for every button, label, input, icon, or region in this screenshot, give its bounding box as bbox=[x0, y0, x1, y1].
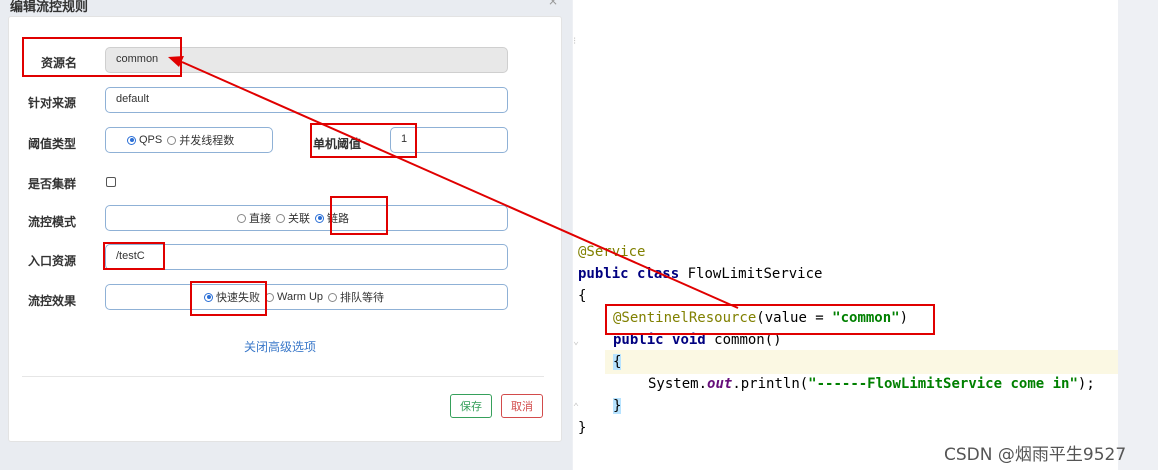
cancel-button[interactable]: 取消 bbox=[501, 394, 543, 418]
dialog-title: 编辑流控规则 bbox=[10, 0, 89, 15]
fold-marker-icon: ⌄ bbox=[573, 336, 580, 347]
code-text: .println( bbox=[732, 376, 809, 392]
code-class-declaration: public class FlowLimitService bbox=[578, 266, 822, 282]
grade-radio-group: QPS 并发线程数 bbox=[105, 127, 273, 153]
code-println-statement: System.out.println("------FlowLimitServi… bbox=[648, 376, 1095, 392]
radio-selected-icon bbox=[315, 213, 324, 223]
ref-resource-label: 入口资源 bbox=[28, 254, 77, 268]
code-sentinel-annotation: @SentinelResource(value = "common") bbox=[613, 310, 908, 326]
save-button[interactable]: 保存 bbox=[450, 394, 492, 418]
code-brace: { bbox=[613, 354, 622, 370]
code-text: (value = bbox=[756, 310, 833, 326]
strategy-option-direct[interactable]: 直接 bbox=[237, 210, 271, 226]
code-field: out bbox=[707, 376, 733, 392]
footer-divider bbox=[22, 376, 544, 377]
code-keyword: public bbox=[613, 332, 664, 348]
grade-option-thread[interactable]: 并发线程数 bbox=[167, 132, 234, 148]
limit-app-input[interactable]: default bbox=[105, 87, 508, 113]
code-annotation: @SentinelResource bbox=[613, 310, 757, 326]
behavior-option-warm-up[interactable]: Warm Up bbox=[265, 291, 323, 303]
code-keyword: void bbox=[672, 332, 706, 348]
code-method-brace-close: } bbox=[613, 398, 622, 414]
resource-name-input[interactable]: common bbox=[105, 47, 508, 73]
code-method-name: common() bbox=[705, 332, 782, 348]
cluster-label: 是否集群 bbox=[28, 177, 77, 191]
strategy-option-label: 关联 bbox=[288, 213, 310, 225]
code-annotation-service: @Service bbox=[578, 244, 646, 260]
fold-marker-icon: ⁝ bbox=[573, 36, 577, 47]
code-brace-open: { bbox=[578, 288, 587, 304]
radio-unselected-icon bbox=[167, 135, 177, 145]
limit-app-label: 针对来源 bbox=[28, 96, 77, 110]
strategy-option-label: 直接 bbox=[249, 213, 271, 225]
code-brace-close: } bbox=[578, 420, 587, 436]
code-keyword: public bbox=[578, 266, 629, 282]
watermark: CSDN @烟雨平生9527 bbox=[944, 445, 1127, 465]
current-line-highlight bbox=[605, 350, 1118, 374]
code-class-name: FlowLimitService bbox=[679, 266, 823, 282]
threshold-input[interactable]: 1 bbox=[390, 127, 508, 153]
grade-label: 阈值类型 bbox=[28, 137, 77, 151]
resource-name-label: 资源名 bbox=[41, 56, 78, 70]
code-string: "------FlowLimitService come in" bbox=[808, 376, 1078, 392]
strategy-option-relate[interactable]: 关联 bbox=[276, 210, 310, 226]
threshold-label: 单机阈值 bbox=[313, 137, 362, 151]
radio-unselected-icon bbox=[237, 213, 246, 223]
code-text: ) bbox=[899, 310, 909, 326]
close-icon[interactable]: × bbox=[548, 0, 558, 8]
code-text: ); bbox=[1077, 376, 1095, 392]
grade-option-label: 并发线程数 bbox=[179, 135, 235, 147]
strategy-radio-group: 直接 关联 链路 bbox=[105, 205, 508, 231]
behavior-option-label: 排队等待 bbox=[340, 292, 385, 304]
code-method-brace-open: { bbox=[613, 354, 622, 370]
grade-option-qps[interactable]: QPS bbox=[127, 134, 162, 146]
radio-unselected-icon bbox=[276, 213, 285, 223]
strategy-option-label: 链路 bbox=[327, 213, 349, 225]
grade-option-label: QPS bbox=[139, 134, 163, 146]
behavior-option-label: Warm Up bbox=[277, 291, 324, 303]
code-text: System. bbox=[648, 376, 708, 392]
radio-unselected-icon bbox=[265, 292, 274, 302]
toggle-advanced-link[interactable]: 关闭高级选项 bbox=[244, 338, 316, 355]
ref-resource-input[interactable]: /testC bbox=[105, 244, 508, 270]
radio-selected-icon bbox=[127, 135, 136, 145]
control-behavior-radio-group: 快速失败 Warm Up 排队等待 bbox=[105, 284, 508, 310]
code-editor bbox=[573, 0, 1118, 470]
cluster-checkbox[interactable] bbox=[106, 177, 116, 187]
behavior-option-fail-fast[interactable]: 快速失败 bbox=[204, 289, 260, 305]
code-keyword: class bbox=[637, 266, 680, 282]
behavior-option-label: 快速失败 bbox=[216, 292, 260, 304]
code-brace: } bbox=[613, 398, 622, 414]
code-string: "common" bbox=[832, 310, 900, 326]
strategy-label: 流控模式 bbox=[28, 215, 77, 229]
code-method-declaration: public void common() bbox=[613, 332, 782, 348]
strategy-option-chain[interactable]: 链路 bbox=[315, 210, 349, 226]
editor-side-strip bbox=[1118, 0, 1158, 470]
fold-marker-icon: ⌃ bbox=[573, 402, 580, 413]
behavior-option-queue[interactable]: 排队等待 bbox=[328, 289, 384, 305]
control-behavior-label: 流控效果 bbox=[28, 294, 77, 308]
radio-selected-icon bbox=[204, 292, 213, 302]
radio-unselected-icon bbox=[328, 292, 338, 302]
